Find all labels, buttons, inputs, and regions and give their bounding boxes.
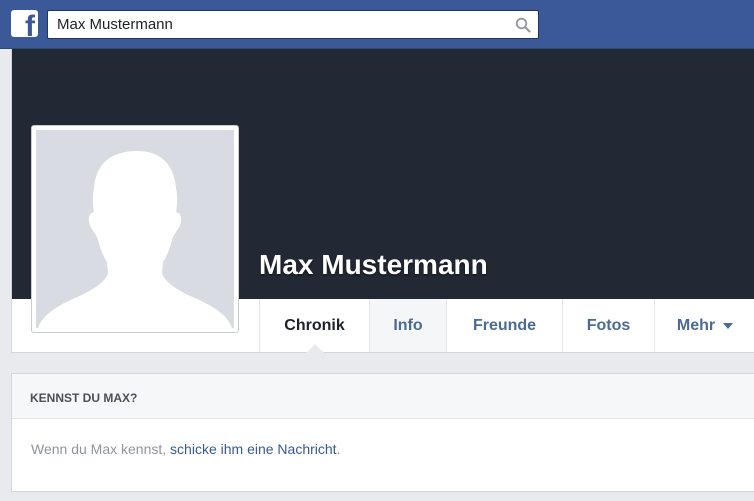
tab-info[interactable]: Info bbox=[369, 299, 446, 352]
tab-info-label: Info bbox=[393, 316, 423, 334]
know-box-text-suffix: . bbox=[336, 441, 341, 457]
facebook-logo-icon[interactable]: f bbox=[11, 10, 38, 37]
search-icon bbox=[515, 17, 531, 33]
tab-fotos-label: Fotos bbox=[586, 316, 631, 334]
know-box-text-prefix: Wenn du Max kennst, bbox=[31, 441, 171, 457]
send-message-link[interactable]: schicke ihm eine Nachricht bbox=[170, 441, 337, 457]
tab-mehr-label: Mehr bbox=[676, 316, 716, 334]
chevron-down-icon bbox=[723, 322, 734, 329]
tab-chronik-label: Chronik bbox=[284, 316, 345, 334]
facebook-logo-letter: f bbox=[25, 10, 35, 38]
profile-picture[interactable] bbox=[31, 125, 239, 333]
know-person-box: KENNST DU MAX? Wenn du Max kennst, schic… bbox=[11, 373, 754, 492]
tab-fotos[interactable]: Fotos bbox=[562, 299, 654, 352]
top-navigation-bar: f bbox=[0, 0, 754, 49]
search-input[interactable] bbox=[48, 11, 508, 38]
know-box-text: Wenn du Max kennst, schicke ihm eine Nac… bbox=[12, 419, 754, 457]
tab-chronik[interactable]: Chronik bbox=[259, 299, 369, 353]
search-button[interactable] bbox=[508, 11, 538, 38]
profile-name[interactable]: Max Mustermann bbox=[259, 249, 488, 281]
search-bar bbox=[47, 10, 539, 39]
default-avatar-silhouette-icon bbox=[38, 150, 232, 328]
profile-tabs: Chronik Info Freunde Fotos Mehr bbox=[259, 299, 754, 353]
tab-freunde[interactable]: Freunde bbox=[446, 299, 562, 352]
know-box-title: KENNST DU MAX? bbox=[12, 374, 754, 419]
tab-mehr[interactable]: Mehr bbox=[654, 299, 754, 352]
profile-header: Max Mustermann Chronik Info Freunde Foto… bbox=[11, 49, 754, 353]
tab-freunde-label: Freunde bbox=[472, 316, 537, 334]
